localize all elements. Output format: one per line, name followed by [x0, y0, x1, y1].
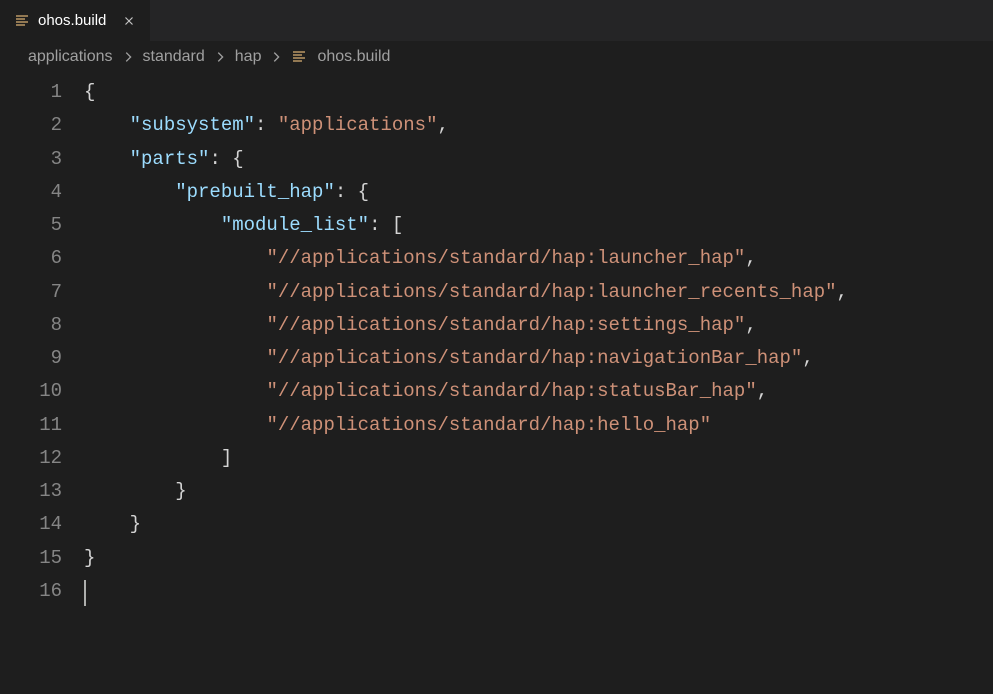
code-line[interactable]: "subsystem": "applications", — [84, 109, 993, 142]
breadcrumb-segment[interactable]: applications — [28, 48, 113, 66]
tab-close-button[interactable] — [120, 12, 138, 30]
text-cursor — [84, 580, 86, 606]
line-number: 7 — [0, 276, 62, 309]
tab-filename: ohos.build — [38, 12, 106, 29]
code-token: } — [175, 480, 186, 502]
code-line[interactable]: "parts": { — [84, 143, 993, 176]
code-line[interactable] — [84, 575, 993, 608]
code-token: ] — [221, 447, 232, 469]
tab-ohos-build[interactable]: ohos.build — [0, 0, 151, 41]
breadcrumb-segment[interactable]: hap — [235, 48, 262, 66]
code-token: : — [369, 214, 392, 236]
code-token: "prebuilt_hap" — [175, 181, 335, 203]
code-token: "//applications/standard/hap:launcher_ha… — [266, 247, 745, 269]
text-lines-icon — [14, 13, 30, 29]
line-number: 13 — [0, 475, 62, 508]
breadcrumb-segment[interactable]: standard — [143, 48, 205, 66]
code-line[interactable]: } — [84, 475, 993, 508]
code-token: "//applications/standard/hap:hello_hap" — [266, 414, 711, 436]
line-number: 15 — [0, 542, 62, 575]
code-token: } — [130, 513, 141, 535]
code-token: , — [757, 380, 768, 402]
code-token: "//applications/standard/hap:navigationB… — [266, 347, 802, 369]
code-token: } — [84, 547, 95, 569]
tab-bar: ohos.build — [0, 0, 993, 42]
line-number: 3 — [0, 143, 62, 176]
code-token: "applications" — [278, 114, 438, 136]
chevron-right-icon — [121, 50, 135, 64]
code-line[interactable]: "//applications/standard/hap:navigationB… — [84, 342, 993, 375]
line-number: 4 — [0, 176, 62, 209]
text-lines-icon — [291, 49, 307, 65]
code-token: , — [745, 247, 756, 269]
line-number: 2 — [0, 109, 62, 142]
code-token: { — [232, 148, 243, 170]
chevron-right-icon — [213, 50, 227, 64]
code-line[interactable]: "//applications/standard/hap:statusBar_h… — [84, 375, 993, 408]
code-token: , — [837, 281, 848, 303]
code-token: "//applications/standard/hap:settings_ha… — [266, 314, 745, 336]
code-token: "module_list" — [221, 214, 369, 236]
line-number: 10 — [0, 375, 62, 408]
code-editor[interactable]: 12345678910111213141516 { "subsystem": "… — [0, 76, 993, 694]
chevron-right-icon — [269, 50, 283, 64]
code-token: { — [358, 181, 369, 203]
code-token: : — [335, 181, 358, 203]
code-content[interactable]: { "subsystem": "applications", "parts": … — [84, 76, 993, 694]
code-line[interactable]: } — [84, 542, 993, 575]
code-token: "//applications/standard/hap:statusBar_h… — [266, 380, 756, 402]
code-line[interactable]: "//applications/standard/hap:launcher_re… — [84, 276, 993, 309]
code-line[interactable]: ] — [84, 442, 993, 475]
code-line[interactable]: "//applications/standard/hap:hello_hap" — [84, 409, 993, 442]
line-number: 16 — [0, 575, 62, 608]
code-token: : — [209, 148, 232, 170]
code-token: "//applications/standard/hap:launcher_re… — [266, 281, 836, 303]
code-token: "subsystem" — [130, 114, 255, 136]
line-number: 1 — [0, 76, 62, 109]
code-line[interactable]: "prebuilt_hap": { — [84, 176, 993, 209]
line-number: 5 — [0, 209, 62, 242]
line-number: 11 — [0, 409, 62, 442]
code-line[interactable]: { — [84, 76, 993, 109]
line-number: 12 — [0, 442, 62, 475]
code-token: [ — [392, 214, 403, 236]
line-number: 14 — [0, 508, 62, 541]
code-line[interactable]: "//applications/standard/hap:settings_ha… — [84, 309, 993, 342]
code-line[interactable]: "//applications/standard/hap:launcher_ha… — [84, 242, 993, 275]
code-token: { — [84, 81, 95, 103]
code-token: "parts" — [130, 148, 210, 170]
breadcrumb: applications standard hap ohos.build — [0, 42, 993, 76]
line-number: 9 — [0, 342, 62, 375]
line-number-gutter: 12345678910111213141516 — [0, 76, 84, 694]
line-number: 6 — [0, 242, 62, 275]
line-number: 8 — [0, 309, 62, 342]
code-line[interactable]: } — [84, 508, 993, 541]
code-token: : — [255, 114, 278, 136]
code-token: , — [802, 347, 813, 369]
breadcrumb-file[interactable]: ohos.build — [317, 48, 390, 66]
code-token: , — [745, 314, 756, 336]
code-line[interactable]: "module_list": [ — [84, 209, 993, 242]
code-token: , — [437, 114, 448, 136]
